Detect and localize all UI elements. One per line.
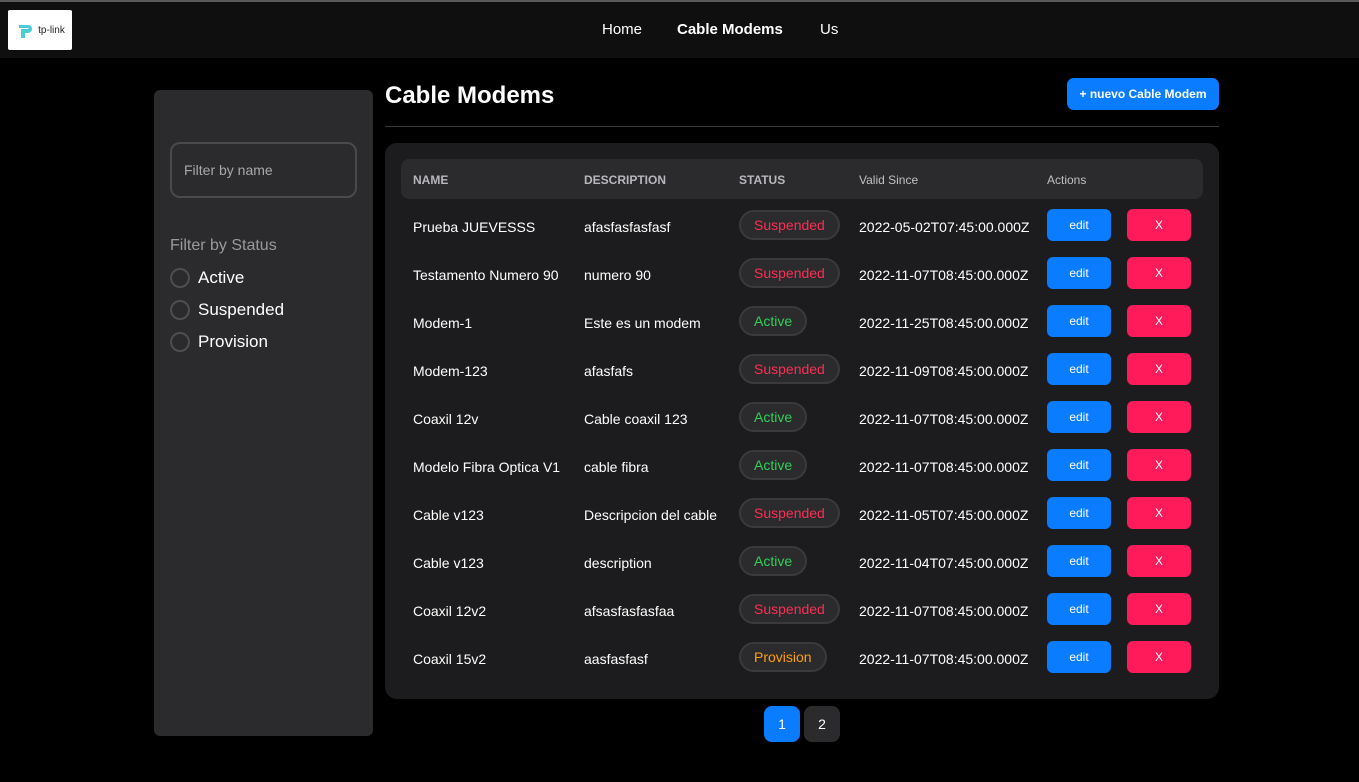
cell-name: Coaxil 12v	[413, 411, 479, 427]
main-nav: Home Cable Modems Us	[0, 2, 1359, 58]
delete-button[interactable]: X	[1127, 305, 1191, 337]
title-divider	[385, 126, 1219, 127]
edit-button[interactable]: edit	[1047, 353, 1111, 385]
cell-valid-since: 2022-11-07T08:45:00.000Z	[859, 267, 1029, 283]
table-row: Coaxil 12v Cable coaxil 123 Active 2022-11-…	[401, 396, 1203, 444]
delete-button[interactable]: X	[1127, 497, 1191, 529]
edit-button[interactable]: edit	[1047, 593, 1111, 625]
edit-button[interactable]: edit	[1047, 545, 1111, 577]
edit-button[interactable]: edit	[1047, 209, 1111, 241]
edit-button[interactable]: edit	[1047, 497, 1111, 529]
status-badge: Active	[739, 402, 808, 432]
status-badge: Suspended	[739, 210, 840, 240]
cell-name: Modelo Fibra Optica V1	[413, 459, 561, 475]
edit-button[interactable]: edit	[1047, 257, 1111, 289]
cell-valid-since: 2022-05-02T07:45:00.000Z	[859, 219, 1030, 235]
cell-valid-since: 2022-11-09T08:45:00.000Z	[859, 363, 1029, 379]
table-row: Modem-123 afasfafs Suspended 2022-11-09T08:…	[401, 348, 1203, 396]
new-cable-modem-button[interactable]: + nuevo Cable Modem	[1067, 78, 1219, 110]
cell-description: Cable coaxil 123	[584, 411, 688, 427]
nav-cable-modems[interactable]: Cable Modems	[677, 21, 783, 38]
cell-description: afasfasfasfasf	[584, 219, 671, 235]
column-header-actions: Actions	[1047, 173, 1087, 187]
delete-button[interactable]: X	[1127, 593, 1191, 625]
column-header-valid-since: Valid Since	[859, 173, 919, 187]
delete-button[interactable]: X	[1127, 449, 1191, 481]
table-row: Cable v123 Descripcion del cable Suspended…	[401, 492, 1203, 540]
cell-valid-since: 2022-11-04T07:45:00.000Z	[859, 555, 1029, 571]
page-button-2[interactable]: 2	[804, 706, 840, 742]
edit-button[interactable]: edit	[1047, 305, 1111, 337]
table-row: Coaxil 12v2 afsasfasfasfaa Suspended 2022-1…	[401, 588, 1203, 636]
radio-circle-icon[interactable]	[170, 300, 190, 320]
edit-button[interactable]: edit	[1047, 449, 1111, 481]
delete-button[interactable]: X	[1127, 209, 1191, 241]
status-badge: Provision	[739, 642, 827, 672]
radio-circle-icon[interactable]	[170, 268, 190, 288]
page-title: Cable Modems	[385, 82, 555, 109]
cell-valid-since: 2022-11-07T08:45:00.000Z	[859, 411, 1029, 427]
status-badge: Active	[739, 450, 808, 480]
delete-button[interactable]: X	[1127, 353, 1191, 385]
cable-modems-table: NAME DESCRIPTION STATUS Valid Since Acti…	[385, 143, 1219, 699]
delete-button[interactable]: X	[1127, 641, 1191, 673]
navbar: tp-link Home Cable Modems Us	[0, 2, 1359, 58]
cell-name: Testamento Numero 90	[413, 267, 559, 283]
cell-description: numero 90	[584, 267, 651, 283]
table-row: Modem-1 Este es un modem Active 2022-11-25T…	[401, 300, 1203, 348]
cell-name: Cable v123	[413, 507, 484, 523]
edit-button[interactable]: edit	[1047, 641, 1111, 673]
cell-name: Coaxil 15v2	[413, 651, 487, 667]
filter-by-status-title: Filter by Status	[170, 237, 277, 254]
table-row: Modelo Fibra Optica V1 cable fibra Active 2…	[401, 444, 1203, 492]
status-filter-label: Active	[198, 268, 245, 287]
table-row: Prueba JUEVESSS afasfasfasfasf Suspended 20…	[401, 204, 1203, 252]
cell-description: description	[584, 555, 652, 571]
cell-description: Este es un modem	[584, 315, 701, 331]
radio-circle-icon[interactable]	[170, 332, 190, 352]
status-filter-label: Suspended	[198, 300, 285, 319]
status-filter-label: Provision	[198, 332, 268, 351]
cell-name: Cable v123	[413, 555, 484, 571]
nav-home[interactable]: Home	[602, 21, 642, 38]
nav-us[interactable]: Us	[820, 21, 838, 38]
status-filter-provision[interactable]: Provision	[170, 330, 268, 354]
status-filter-active[interactable]: Active	[170, 266, 244, 290]
status-badge: Active	[739, 306, 808, 336]
column-header-status: STATUS	[739, 173, 786, 187]
page-button-1[interactable]: 1	[764, 706, 800, 742]
cell-description: aasfasfasf	[584, 651, 648, 667]
delete-button[interactable]: X	[1127, 545, 1191, 577]
status-badge: Suspended	[739, 594, 840, 624]
filter-sidebar: Filter by Status Active Suspended Provis…	[154, 90, 373, 736]
table-row: Coaxil 15v2 aasfasfasf Provision 2022-11-07…	[401, 636, 1203, 684]
status-badge: Active	[739, 546, 808, 576]
column-header-name: NAME	[413, 173, 449, 187]
cell-valid-since: 2022-11-25T08:45:00.000Z	[859, 315, 1029, 331]
cell-name: Prueba JUEVESSS	[413, 219, 536, 235]
cell-valid-since: 2022-11-05T07:45:00.000Z	[859, 507, 1029, 523]
filter-by-name-input[interactable]	[170, 142, 357, 198]
edit-button[interactable]: edit	[1047, 401, 1111, 433]
cell-valid-since: 2022-11-07T08:45:00.000Z	[859, 459, 1029, 475]
delete-button[interactable]: X	[1127, 401, 1191, 433]
status-badge: Suspended	[739, 354, 840, 384]
cell-name: Coaxil 12v2	[413, 603, 487, 619]
status-badge: Suspended	[739, 498, 840, 528]
delete-button[interactable]: X	[1127, 257, 1191, 289]
table-header: NAME DESCRIPTION STATUS Valid Since Acti…	[401, 159, 1203, 199]
table-row: Testamento Numero 90 numero 90 Suspended 20…	[401, 252, 1203, 300]
cell-description: cable fibra	[584, 459, 649, 475]
status-filter-suspended[interactable]: Suspended	[170, 298, 284, 322]
cell-name: Modem-123	[413, 363, 488, 379]
status-badge: Suspended	[739, 258, 840, 288]
cell-description: afsasfasfasfaa	[584, 603, 675, 619]
table-row: Cable v123 description Active 2022-11-04T07…	[401, 540, 1203, 588]
cell-description: Descripcion del cable	[584, 507, 718, 523]
cell-description: afasfafs	[584, 363, 634, 379]
cell-valid-since: 2022-11-07T08:45:00.000Z	[859, 603, 1029, 619]
cell-valid-since: 2022-11-07T08:45:00.000Z	[859, 651, 1029, 667]
column-header-description: DESCRIPTION	[584, 173, 667, 187]
cell-name: Modem-1	[413, 315, 473, 331]
